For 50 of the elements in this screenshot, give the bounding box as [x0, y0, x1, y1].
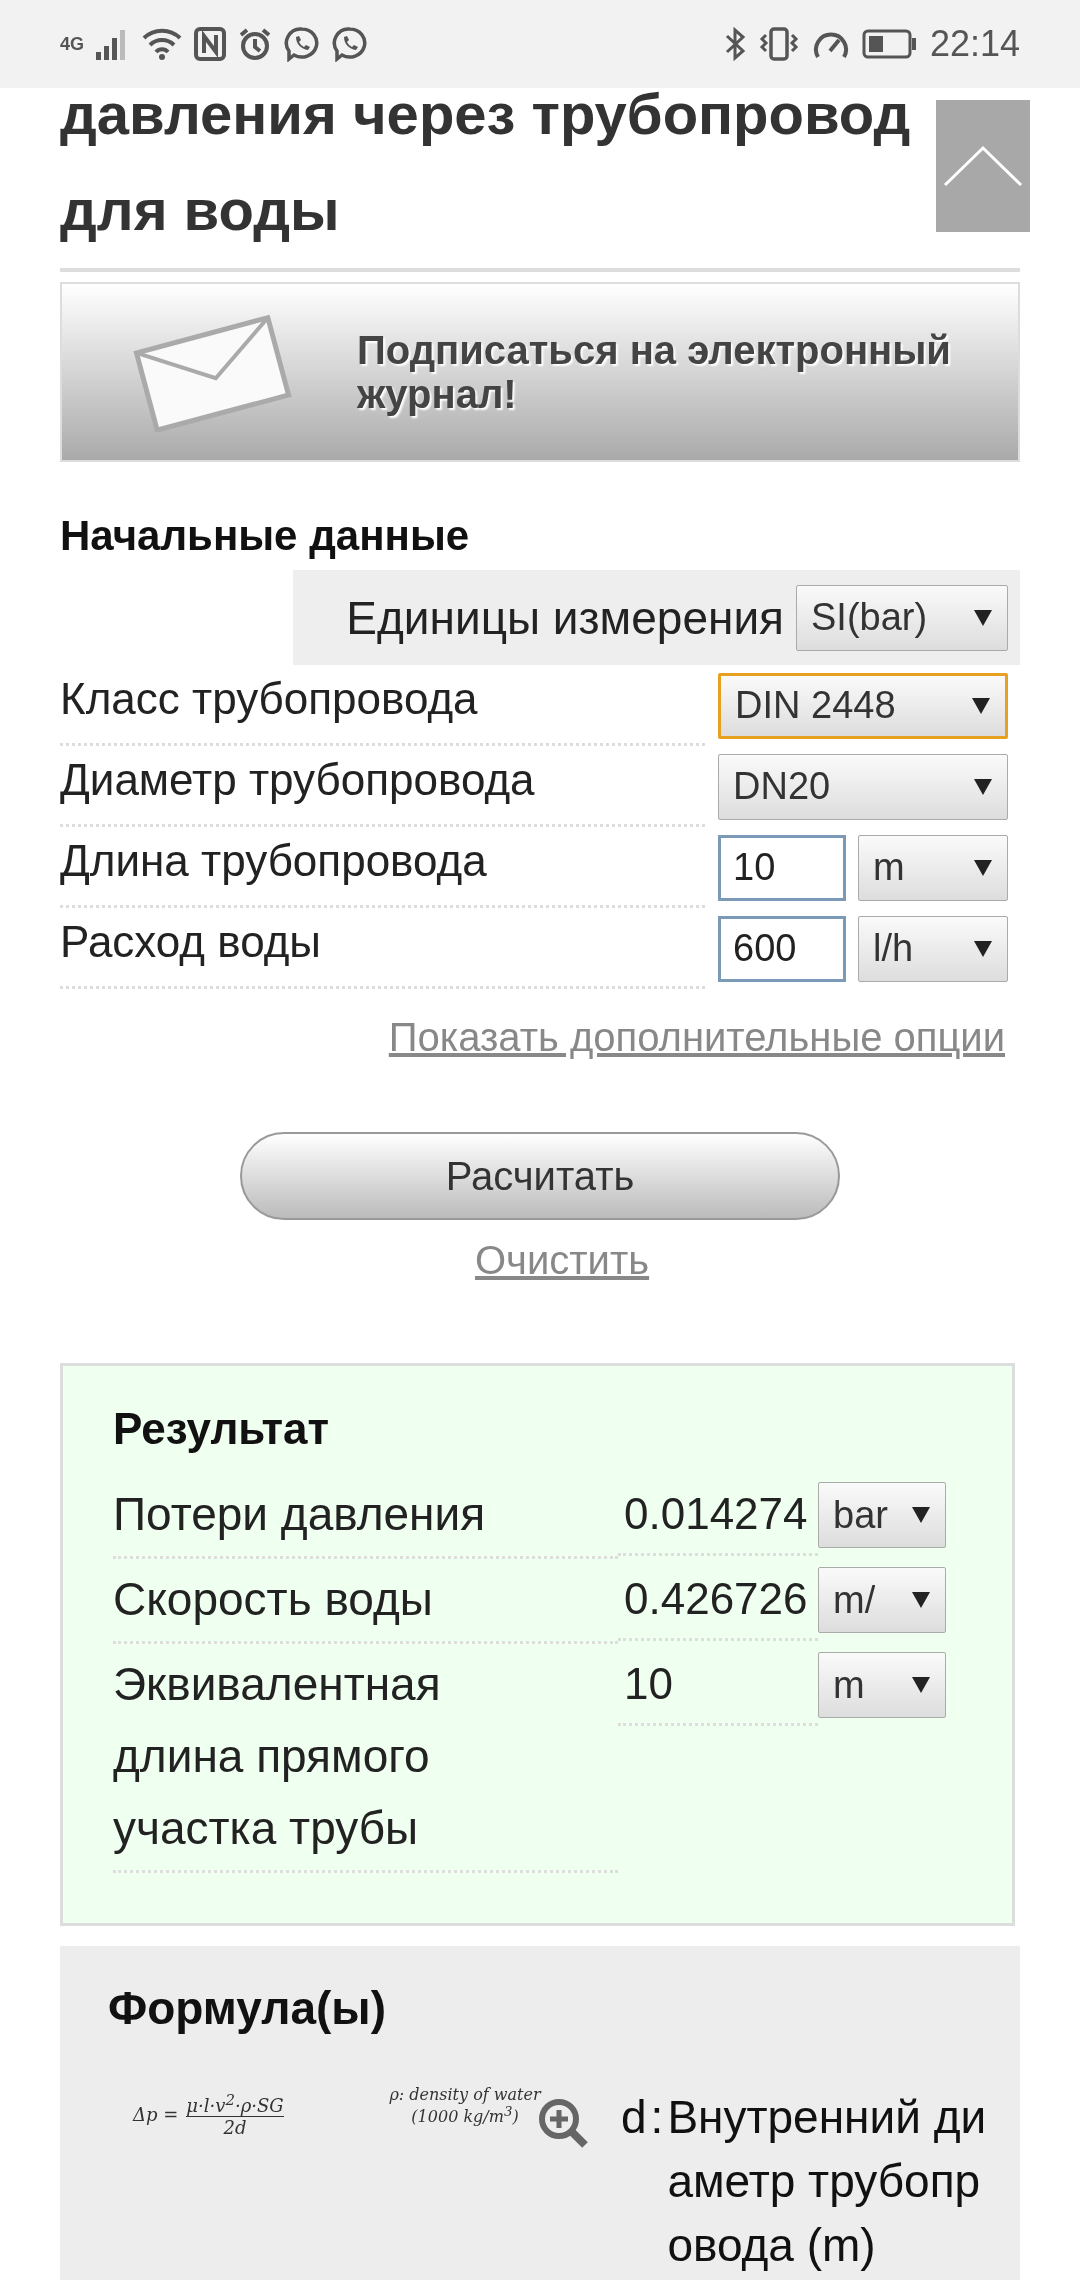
clear-link[interactable]: Очистить [475, 1238, 650, 1283]
dropdown[interactable]: m [858, 834, 1008, 901]
bluetooth-icon [723, 27, 746, 61]
nfc-icon [194, 27, 226, 61]
separator-colon: : [650, 2090, 664, 2145]
dropdown[interactable]: m/ [818, 1567, 946, 1633]
field-label: Диаметр трубопровода [60, 746, 705, 827]
calculate-button[interactable]: Расчитать [240, 1132, 840, 1220]
caret-icon [911, 1506, 931, 1524]
caret-icon [911, 1676, 931, 1694]
dropdown[interactable]: l/h [858, 915, 1008, 982]
caret-icon [911, 1591, 931, 1609]
dropdown[interactable]: bar [818, 1482, 946, 1548]
input-field[interactable]: 600 [718, 915, 846, 982]
dropdown[interactable]: DIN 2448 [718, 672, 1008, 739]
result-heading: Результат [113, 1404, 331, 1454]
caret-icon [971, 696, 991, 715]
chevron-up-icon [943, 145, 1023, 187]
result-label: Потери давления [113, 1474, 618, 1559]
alarm-icon [238, 27, 272, 61]
units-label: Единицы измерения [346, 590, 784, 645]
caret-icon [973, 608, 993, 627]
variable-symbol: d [621, 2090, 647, 2145]
more-options-link[interactable]: Показать дополнительные опции [60, 1015, 1005, 1060]
result-label: Скорость воды [113, 1559, 618, 1644]
chat-phone-icon [332, 26, 368, 62]
density-note: ρ: density of water (1000 kg/m$^{3}$) [388, 2085, 543, 2127]
section-heading: Начальные данные [60, 512, 471, 560]
clock-time: 22:14 [929, 23, 1020, 65]
caret-icon [973, 777, 993, 796]
variable-description: Внутренний диаметр трубопровода (m) [667, 2090, 988, 2273]
field-label: Класс трубопровода [60, 665, 705, 746]
subscribe-banner[interactable]: Подписаться на электронный журнал! [60, 282, 1020, 462]
subscribe-text: Подписаться на электронный журнал! [357, 328, 952, 416]
formula-heading: Формула(ы) [108, 1981, 387, 2035]
result-label: Эквивалентная длина прямого участка трубы [113, 1644, 618, 1873]
equation: Δp = μ·l·v$^{2}$·ρ·SG 2d [133, 2091, 285, 2138]
wifi-icon [142, 28, 182, 60]
input-field[interactable]: 10 [718, 834, 846, 901]
dropdown[interactable]: m [818, 1652, 946, 1718]
field-label: Длина трубопровода [60, 827, 705, 908]
vibrate-icon [757, 27, 800, 61]
dropdown[interactable]: SI(bar) [796, 584, 1008, 651]
battery-icon [861, 29, 918, 59]
field-label: Расход воды [60, 908, 705, 989]
caret-icon [973, 858, 993, 877]
dropdown[interactable]: DN20 [718, 753, 1008, 820]
chat-phone-icon [284, 26, 320, 62]
caret-icon [973, 939, 993, 958]
network-type: 4G [60, 33, 84, 55]
